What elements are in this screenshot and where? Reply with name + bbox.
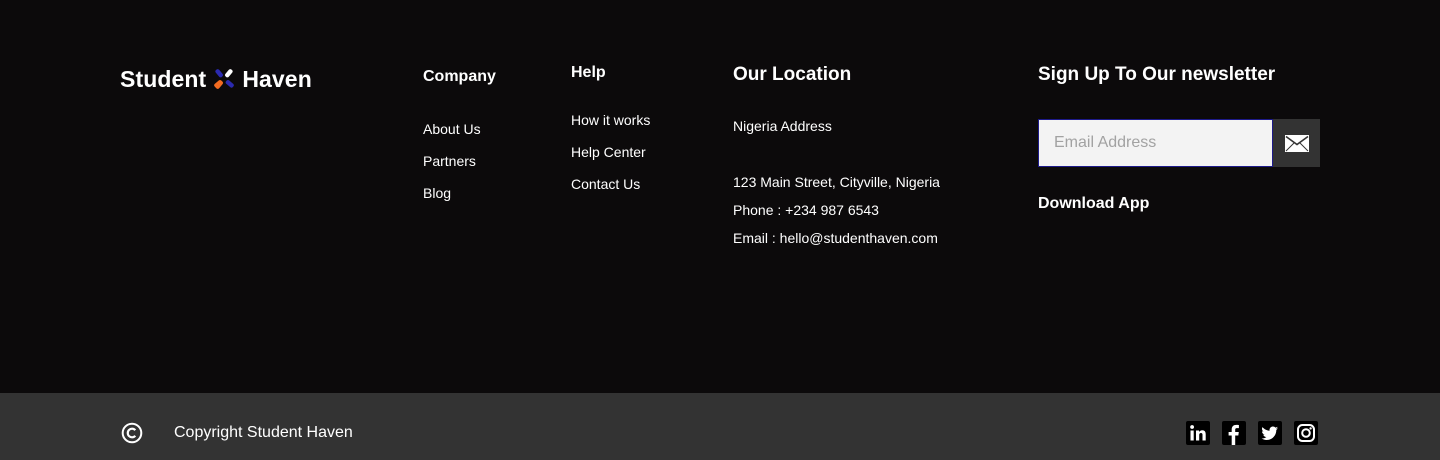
company-column: Company About Us Partners Blog bbox=[423, 68, 496, 216]
location-country: Nigeria Address bbox=[733, 118, 832, 134]
copyright-text: Copyright Student Haven bbox=[174, 424, 353, 441]
newsletter-form bbox=[1038, 119, 1320, 167]
linkedin-link[interactable] bbox=[1186, 421, 1210, 445]
link-blog[interactable]: Blog bbox=[423, 184, 496, 202]
footer: Student Haven Company About Us Partners … bbox=[0, 0, 1440, 393]
facebook-icon bbox=[1222, 421, 1246, 445]
envelope-icon bbox=[1284, 134, 1309, 152]
instagram-icon bbox=[1294, 421, 1318, 445]
location-street: 123 Main Street, Cityville, Nigeria bbox=[733, 174, 940, 190]
link-about-us[interactable]: About Us bbox=[423, 120, 496, 138]
twitter-icon bbox=[1258, 421, 1282, 445]
newsletter-email-input[interactable] bbox=[1038, 119, 1273, 167]
download-app-label: Download App bbox=[1038, 195, 1150, 212]
twitter-link[interactable] bbox=[1258, 421, 1282, 445]
brand-name-haven: Haven bbox=[242, 65, 312, 92]
link-help-center[interactable]: Help Center bbox=[571, 143, 650, 161]
help-column: Help How it works Help Center Contact Us bbox=[571, 64, 650, 207]
link-contact-us[interactable]: Contact Us bbox=[571, 175, 650, 193]
brand-logo[interactable]: Student Haven bbox=[120, 64, 312, 94]
location-phone: Phone : +234 987 6543 bbox=[733, 202, 879, 218]
location-column: Our Location Nigeria Address 123 Main St… bbox=[733, 64, 940, 247]
instagram-link[interactable] bbox=[1294, 421, 1318, 445]
newsletter-column: Sign Up To Our newsletter Download App bbox=[1038, 64, 1320, 213]
location-heading: Our Location bbox=[733, 64, 852, 85]
help-heading: Help bbox=[571, 64, 606, 81]
linkedin-icon bbox=[1186, 421, 1210, 445]
location-email: Email : hello@studenthaven.com bbox=[733, 230, 938, 246]
logo-mark-icon bbox=[214, 69, 235, 89]
link-partners[interactable]: Partners bbox=[423, 152, 496, 170]
newsletter-submit-button[interactable] bbox=[1273, 119, 1320, 167]
link-how-it-works[interactable]: How it works bbox=[571, 111, 650, 129]
brand-name-student: Student bbox=[120, 65, 207, 92]
company-heading: Company bbox=[423, 68, 496, 85]
newsletter-heading: Sign Up To Our newsletter bbox=[1038, 64, 1276, 85]
facebook-link[interactable] bbox=[1222, 421, 1246, 445]
copyright-icon bbox=[121, 422, 143, 444]
